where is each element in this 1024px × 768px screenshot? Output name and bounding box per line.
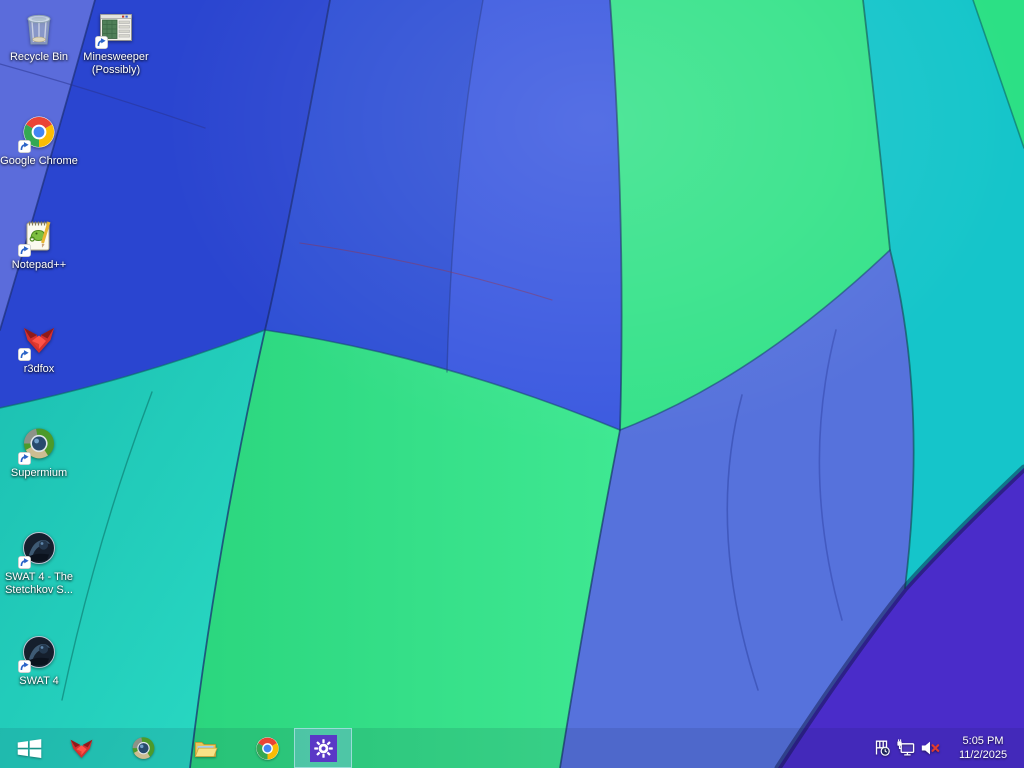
desktop: Recycle Bin Minesweeper (Possibly) Google … [0,0,1024,768]
desktop-icon-label: Supermium [10,467,68,479]
desktop-icon-supermium[interactable]: Supermium [0,424,78,480]
desktop-icon-swat-4-the-stetchkov-s[interactable]: SWAT 4 - The Stetchkov S... [0,528,78,597]
taskbar-button-file-explorer[interactable] [186,728,224,768]
wallpaper-balloon-canopy [0,0,1024,768]
desktop-icon-label: Notepad++ [11,259,67,271]
supermium-icon [17,424,61,465]
start-button[interactable] [4,728,54,768]
shortcut-arrow-icon [95,36,108,49]
explorer-icon [191,734,220,763]
settings-gear-icon [309,734,337,762]
shortcut-arrow-icon [18,140,31,153]
desktop-icon-label: Recycle Bin [9,51,69,63]
chrome-icon [253,734,282,763]
taskbar-button-settings[interactable] [294,728,352,768]
taskbar-button-r3dfox[interactable] [62,728,100,768]
desktop-icon-swat-4[interactable]: SWAT 4 [0,632,78,688]
shortcut-arrow-icon [18,348,31,361]
chrome-icon [17,112,61,153]
swat4-icon [17,528,61,569]
desktop-icon-r3dfox[interactable]: r3dfox [0,320,78,376]
tray-icons [870,728,942,768]
shortcut-arrow-icon [18,556,31,569]
clock-time: 5:05 PM [962,735,1004,747]
swat4-icon [17,632,61,673]
desktop-icon-label: Minesweeper (Possibly) [83,51,149,76]
desktop-icon-label: r3dfox [23,363,55,375]
tray-volume-muted-icon[interactable] [918,728,942,768]
clock-date: 11/2/2025 [958,749,1008,761]
taskbar-clock[interactable]: 5:05 PM 11/2/2025 [946,734,1020,762]
tray-network-icon[interactable] [894,728,918,768]
taskbar-button-google-chrome[interactable] [248,728,286,768]
shortcut-arrow-icon [18,244,31,257]
notepadpp-icon [17,216,61,257]
taskbar-button-supermium[interactable] [124,728,162,768]
minesweeper-icon [94,8,138,49]
recycle-bin-icon [17,8,61,48]
shortcut-arrow-icon [18,452,31,465]
desktop-icon-recycle-bin[interactable]: Recycle Bin [0,8,78,64]
tray-action-center-flag-icon[interactable] [870,728,894,768]
desktop-icon-label: SWAT 4 [19,675,59,687]
shortcut-arrow-icon [18,660,31,673]
desktop-icon-google-chrome[interactable]: Google Chrome [0,112,78,168]
taskbar: 5:05 PM 11/2/2025 [0,728,1024,768]
r3dfox-icon [67,734,96,763]
desktop-icon-label: SWAT 4 - The Stetchkov S... [4,571,74,596]
r3dfox-icon [17,320,61,361]
desktop-icon-notepad[interactable]: Notepad++ [0,216,78,272]
supermium-icon [129,734,158,763]
desktop-icon-label: Google Chrome [0,155,78,167]
system-tray: 5:05 PM 11/2/2025 [870,728,1020,768]
desktop-icon-minesweeper-possibly[interactable]: Minesweeper (Possibly) [77,8,155,77]
